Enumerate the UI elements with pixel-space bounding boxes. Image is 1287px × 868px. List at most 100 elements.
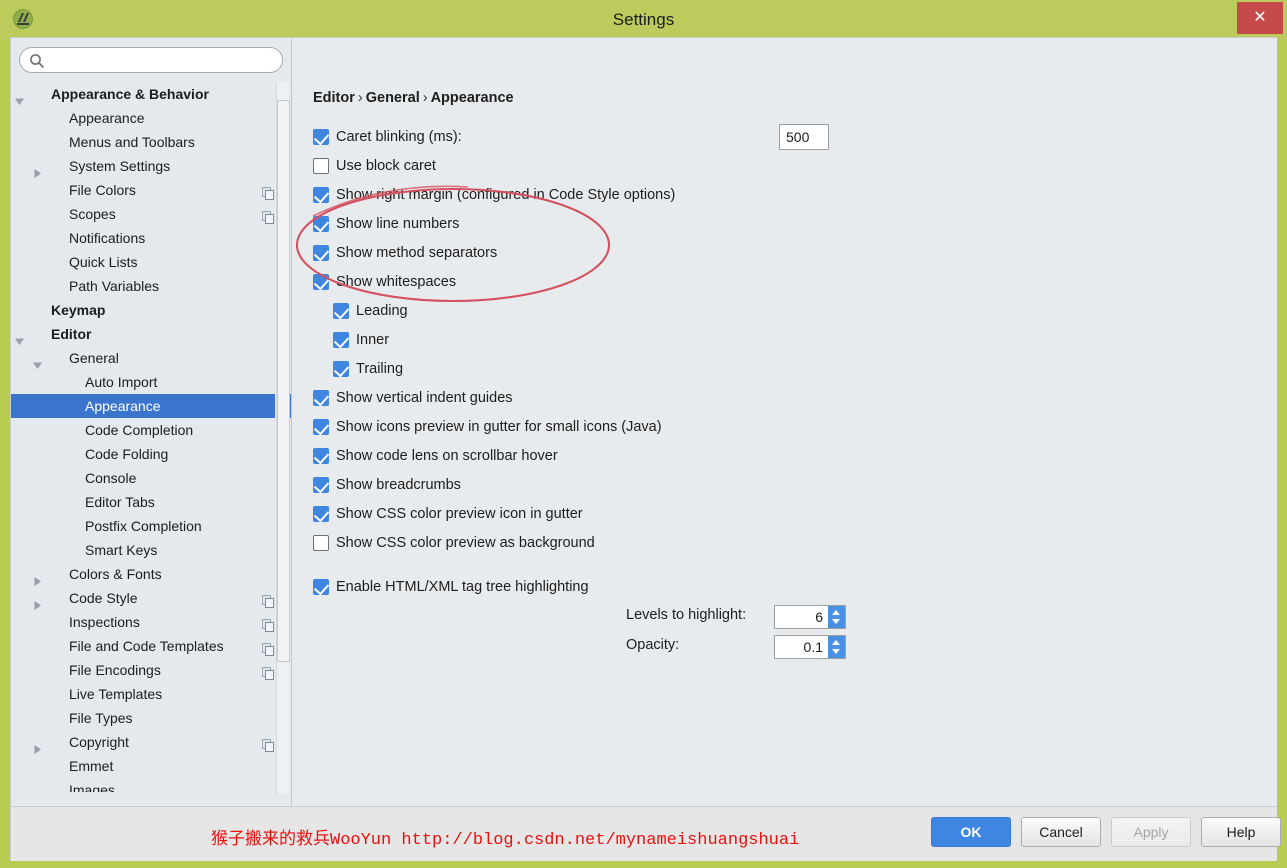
sidebar-item-general[interactable]: General	[11, 346, 291, 370]
check-icon	[313, 419, 330, 436]
chevron-down-icon[interactable]	[832, 649, 840, 654]
check-icon	[313, 245, 330, 262]
sidebar-item-label: Console	[85, 470, 137, 486]
chevron-down-icon[interactable]	[15, 330, 24, 345]
close-button[interactable]: ✕	[1237, 2, 1283, 34]
opacity-stepper[interactable]	[828, 636, 845, 658]
sidebar-item-appearance-behavior[interactable]: Appearance & Behavior	[11, 82, 291, 106]
chevron-up-icon[interactable]	[832, 610, 840, 615]
cancel-button[interactable]: Cancel	[1021, 817, 1101, 847]
sidebar-item-postfix-completion[interactable]: Postfix Completion	[11, 514, 291, 538]
sidebar-item-keymap[interactable]: Keymap	[11, 298, 291, 322]
sidebar-item-editor-tabs[interactable]: Editor Tabs	[11, 490, 291, 514]
chevron-down-icon[interactable]	[33, 354, 42, 369]
sidebar-item-copyright[interactable]: Copyright	[11, 730, 291, 754]
sidebar-item-images[interactable]: Images	[11, 778, 291, 792]
levels-to-highlight-stepper[interactable]	[828, 606, 845, 628]
checkbox-show-css-color-preview-icon-in-gutter[interactable]	[313, 506, 330, 523]
settings-sidebar: Appearance & Behavior Appearance Menus and…	[11, 38, 291, 806]
checkbox-trailing[interactable]	[333, 361, 350, 378]
option-label: Show icons preview in gutter for small i…	[336, 419, 662, 435]
checkbox-show-icons-preview-in-gutter-for-small-icons-java[interactable]	[313, 419, 330, 436]
option-label: Show vertical indent guides	[336, 390, 513, 406]
checkbox-enable-html-xml-tag-tree-highlighting[interactable]	[313, 579, 330, 596]
checkbox-show-css-color-preview-as-background[interactable]	[313, 535, 329, 551]
sidebar-scrollbar[interactable]	[275, 82, 290, 794]
window-title: Settings	[612, 10, 675, 29]
chevron-down-icon[interactable]	[15, 90, 24, 105]
checkbox-show-whitespaces[interactable]	[313, 274, 330, 291]
sidebar-item-colors-fonts[interactable]: Colors & Fonts	[11, 562, 291, 586]
check-icon	[313, 274, 330, 291]
sidebar-item-inspections[interactable]: Inspections	[11, 610, 291, 634]
check-icon	[313, 129, 330, 146]
option-label: Caret blinking (ms):	[336, 129, 462, 145]
sidebar-item-smart-keys[interactable]: Smart Keys	[11, 538, 291, 562]
sidebar-item-code-folding[interactable]: Code Folding	[11, 442, 291, 466]
sidebar-item-appearance[interactable]: Appearance	[11, 106, 291, 130]
sidebar-item-quick-lists[interactable]: Quick Lists	[11, 250, 291, 274]
checkbox-inner[interactable]	[333, 332, 350, 349]
sidebar-item-scopes[interactable]: Scopes	[11, 202, 291, 226]
sidebar-item-auto-import[interactable]: Auto Import	[11, 370, 291, 394]
checkbox-show-breadcrumbs[interactable]	[313, 477, 330, 494]
chevron-right-icon[interactable]	[33, 162, 42, 178]
levels-to-highlight-label: Levels to highlight:	[626, 607, 747, 623]
settings-tree: Appearance & Behavior Appearance Menus and…	[11, 82, 291, 792]
chevron-right-icon[interactable]	[33, 594, 42, 610]
levels-to-highlight-value[interactable]	[775, 606, 828, 628]
chevron-down-icon[interactable]	[832, 619, 840, 624]
sidebar-item-notifications[interactable]: Notifications	[11, 226, 291, 250]
sidebar-item-editor[interactable]: Editor	[11, 322, 291, 346]
sidebar-item-file-colors[interactable]: File Colors	[11, 178, 291, 202]
checkbox-show-vertical-indent-guides[interactable]	[313, 390, 330, 407]
copy-icon	[262, 640, 275, 656]
chevron-right-icon[interactable]	[33, 570, 42, 586]
checkbox-leading[interactable]	[333, 303, 350, 320]
sidebar-item-menus-and-toolbars[interactable]: Menus and Toolbars	[11, 130, 291, 154]
breadcrumb-separator: ›	[357, 90, 363, 106]
watermark-text: 猴子搬来的救兵WooYun http://blog.csdn.net/mynam…	[211, 831, 800, 850]
ok-button[interactable]: OK	[931, 817, 1011, 847]
sidebar-item-code-completion[interactable]: Code Completion	[11, 418, 291, 442]
sidebar-item-file-and-code-templates[interactable]: File and Code Templates	[11, 634, 291, 658]
sidebar-scrollbar-thumb[interactable]	[277, 100, 290, 662]
search-input[interactable]	[50, 51, 279, 72]
chevron-up-icon[interactable]	[832, 640, 840, 645]
sidebar-item-label: Menus and Toolbars	[69, 134, 195, 150]
sidebar-item-system-settings[interactable]: System Settings	[11, 154, 291, 178]
sidebar-item-label: Code Style	[69, 590, 138, 606]
caret-blinking-input[interactable]	[779, 124, 829, 150]
help-button[interactable]: Help	[1201, 817, 1281, 847]
sidebar-item-code-style[interactable]: Code Style	[11, 586, 291, 610]
option-label: Show method separators	[336, 245, 498, 261]
check-icon	[313, 506, 330, 523]
check-icon	[313, 579, 330, 596]
sidebar-item-label: Code Completion	[85, 422, 194, 438]
sidebar-item-console[interactable]: Console	[11, 466, 291, 490]
apply-button: Apply	[1111, 817, 1191, 847]
checkbox-show-line-numbers[interactable]	[313, 216, 330, 233]
checkbox-use-block-caret[interactable]	[313, 158, 329, 174]
option-label: Show breadcrumbs	[336, 477, 461, 493]
sidebar-item-label: Copyright	[69, 734, 129, 750]
settings-window: Settings ✕ Appearance & Behavior Appearan…	[0, 0, 1287, 868]
opacity-spinner[interactable]	[774, 635, 846, 659]
checkbox-caret-blinking-ms[interactable]	[313, 129, 330, 146]
checkbox-show-method-separators[interactable]	[313, 245, 330, 262]
search-box[interactable]	[19, 47, 283, 73]
levels-to-highlight-spinner[interactable]	[774, 605, 846, 629]
sidebar-item-label: Inspections	[69, 614, 140, 630]
checkbox-show-right-margin-configured-in-code-style-options[interactable]	[313, 187, 330, 204]
copy-icon	[262, 664, 275, 680]
sidebar-item-appearance[interactable]: Appearance	[11, 394, 291, 418]
chevron-right-icon[interactable]	[33, 738, 42, 754]
sidebar-item-file-encodings[interactable]: File Encodings	[11, 658, 291, 682]
sidebar-item-live-templates[interactable]: Live Templates	[11, 682, 291, 706]
sidebar-item-file-types[interactable]: File Types	[11, 706, 291, 730]
sidebar-item-emmet[interactable]: Emmet	[11, 754, 291, 778]
checkbox-show-code-lens-on-scrollbar-hover[interactable]	[313, 448, 330, 465]
opacity-value[interactable]	[775, 636, 828, 658]
opacity-label: Opacity:	[626, 637, 680, 653]
sidebar-item-path-variables[interactable]: Path Variables	[11, 274, 291, 298]
